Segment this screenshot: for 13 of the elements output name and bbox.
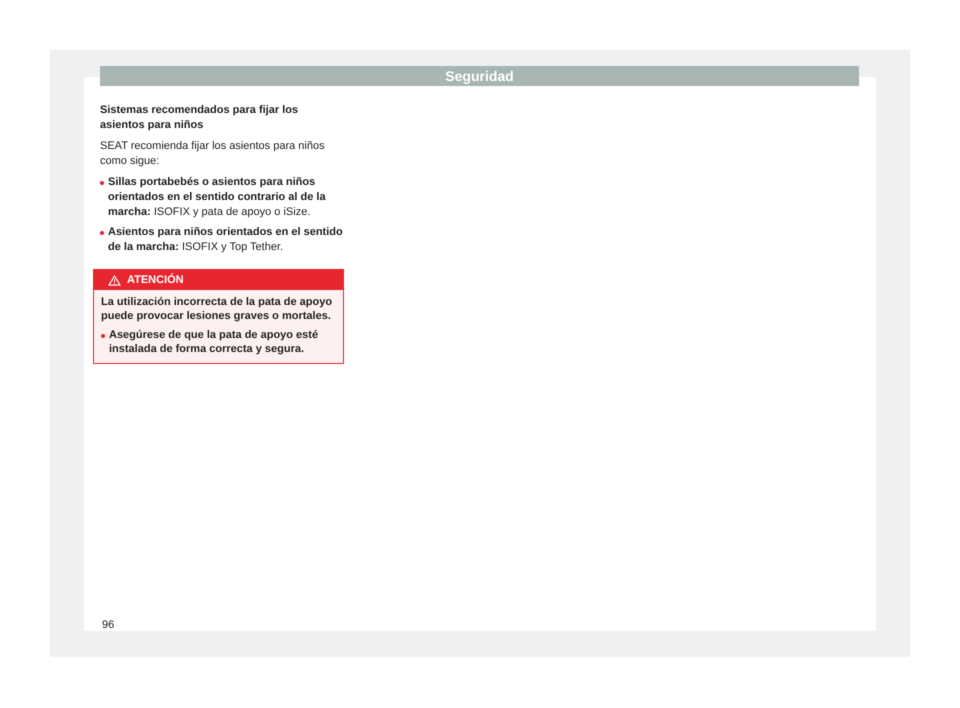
- warning-icon: [108, 274, 121, 286]
- section-title: Seguridad: [445, 68, 514, 84]
- bullet-icon: [100, 181, 104, 185]
- bullet-text: Asegúrese de que la pata de apoyo esté instalada de forma correcta y segura.: [109, 328, 320, 356]
- warning-text: La utilización incorrecta de la pata de apoyo puede provocar lesiones graves o mortales.: [101, 295, 334, 323]
- heading: Sistemas recomendados para fijar los asientos para niños: [100, 103, 300, 133]
- intro-text: SEAT recomienda fijar los asientos para niños como sigue:: [100, 139, 326, 169]
- bullet-text: Sillas portabebés o asientos para niños orientados en el sentido contrario al de la marcha: ISOFIX y pata de apoyo o iSize.: [108, 175, 327, 220]
- bullet-text: Asientos para niños orientados en el sentido de la marcha: ISOFIX y Top Tether.: [108, 225, 344, 255]
- warning-title: ATENCIÓN: [127, 272, 184, 288]
- page-number: 96: [102, 619, 114, 631]
- bullet-icon: [101, 334, 105, 338]
- bullet-icon: [100, 231, 104, 235]
